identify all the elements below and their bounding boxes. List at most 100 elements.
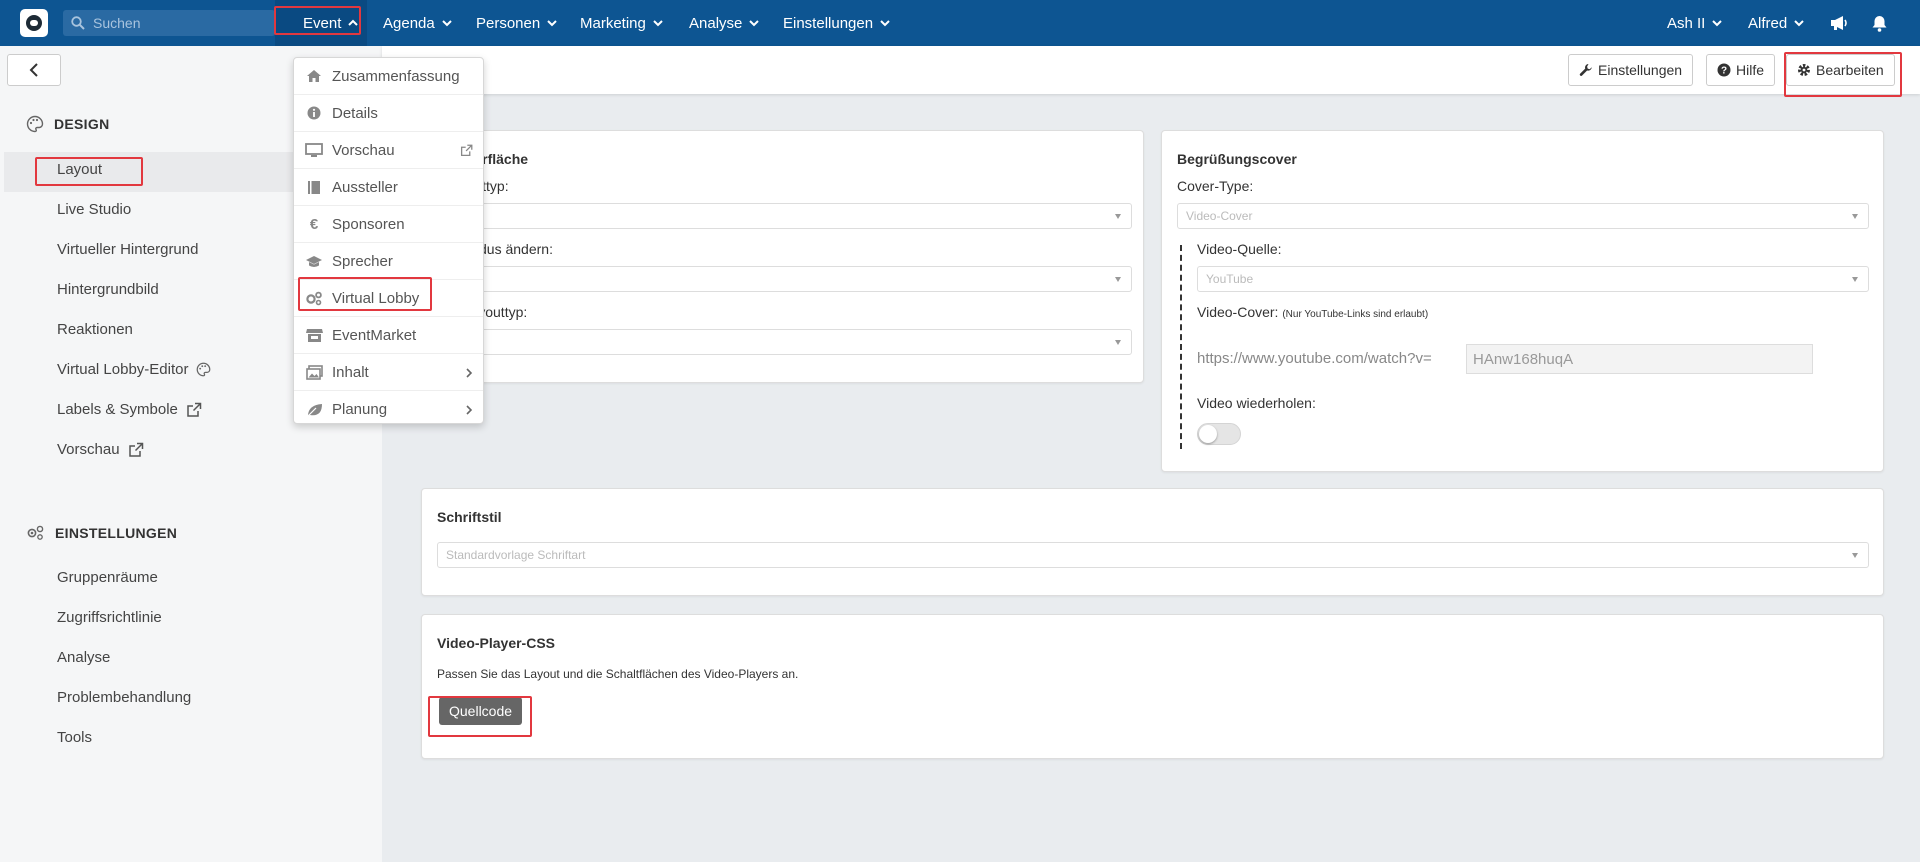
app-logo[interactable]	[20, 9, 48, 37]
video-cover-hint: (Nur YouTube-Links sind erlaubt)	[1282, 309, 1429, 320]
gear-icon	[1798, 64, 1810, 76]
menu-item-label: Sponsoren	[332, 215, 405, 233]
layouttype-select[interactable]	[422, 203, 1132, 229]
search-box[interactable]	[63, 10, 275, 36]
menu-item-sponsors[interactable]: € Sponsoren	[294, 206, 483, 243]
sidebar-item-access-policy[interactable]: Zugriffsrichtlinie	[57, 609, 162, 626]
sidebar-item-virtual-background[interactable]: Virtueller Hintergrund	[57, 241, 198, 258]
euro-icon: €	[309, 215, 319, 233]
font-style-card: Schriftstil Standardvorlage Schriftart	[421, 488, 1884, 596]
sidebar-item-label: Live Studio	[57, 201, 132, 218]
sidebar-item-label: Labels & Symbole	[57, 401, 178, 418]
user-alfred-label: Alfred	[1748, 14, 1788, 32]
nav-personen-label: Personen	[476, 14, 541, 32]
menu-item-speakers[interactable]: Sprecher	[294, 243, 483, 280]
nav-user-alfred[interactable]: Alfred	[1748, 0, 1805, 46]
main-content: Einstellungen ? Hilfe Bearbeiten eroberf…	[382, 46, 1920, 862]
edit-button[interactable]: Bearbeiten	[1786, 54, 1895, 86]
video-source-label: Video-Quelle:	[1197, 241, 1282, 257]
menu-item-label: Virtual Lobby	[332, 289, 420, 307]
svg-text:?: ?	[1721, 66, 1727, 77]
settings-section-title: EINSTELLUNGEN	[26, 524, 177, 541]
nav-user-ash[interactable]: Ash II	[1667, 0, 1723, 46]
external-link-icon	[187, 402, 202, 417]
sidebar-item-live-studio[interactable]: Live Studio	[57, 201, 131, 218]
menu-item-label: Inhalt	[332, 363, 369, 381]
mode-select[interactable]: l	[422, 266, 1132, 292]
sidebar-item-label: Virtual Lobby-Editor	[57, 361, 189, 378]
nav-marketing-label: Marketing	[580, 14, 646, 32]
menu-item-eventmarket[interactable]: EventMarket	[294, 317, 483, 354]
sidebar-item-reactions[interactable]: Reaktionen	[57, 321, 133, 338]
sidebar-item-background-image[interactable]: Hintergrundbild	[57, 281, 159, 298]
design-section-title: DESIGN	[26, 115, 109, 133]
video-id-input[interactable]: HAnw168huqA	[1466, 344, 1813, 374]
sidebar-item-group-rooms[interactable]: Gruppenräume	[57, 569, 158, 586]
external-link-icon	[128, 442, 143, 457]
sidebar-item-virtual-lobby-editor[interactable]: Virtual Lobby-Editor	[57, 361, 211, 378]
sidebar-item-label: Layout	[57, 161, 103, 178]
repeat-toggle[interactable]	[1197, 423, 1241, 445]
menu-item-details[interactable]: Details	[294, 95, 483, 132]
sponsor-layout-select[interactable]	[422, 329, 1132, 355]
menu-item-label: Sprecher	[332, 252, 393, 270]
nav-personen[interactable]: Personen	[476, 0, 558, 46]
menu-item-virtual-lobby[interactable]: Virtual Lobby	[294, 280, 483, 317]
sidebar-item-layout[interactable]: Layout	[57, 161, 102, 178]
menu-item-content[interactable]: Inhalt	[294, 354, 483, 391]
sidebar-item-label: Gruppenräume	[57, 569, 158, 586]
font-select[interactable]: Standardvorlage Schriftart	[437, 542, 1869, 568]
menu-item-exhibitors[interactable]: Aussteller	[294, 169, 483, 206]
notifications-button[interactable]	[1872, 0, 1887, 46]
sidebar-item-label: Tools	[57, 729, 93, 746]
announcements-button[interactable]	[1830, 0, 1849, 46]
sidebar-item-preview[interactable]: Vorschau	[57, 441, 144, 458]
sidebar-item-label: Problembehandlung	[57, 689, 192, 706]
nav-agenda[interactable]: Agenda	[383, 0, 453, 46]
gears-icon	[27, 525, 44, 540]
top-navbar: Event Agenda Personen Marketing Analyse …	[0, 0, 1920, 46]
search-input[interactable]	[93, 15, 253, 31]
chevron-down-icon	[547, 20, 557, 27]
caret-down-icon	[1115, 214, 1121, 219]
source-code-button[interactable]: Quellcode	[439, 697, 523, 725]
menu-item-summary[interactable]: Zusammenfassung	[294, 58, 483, 95]
info-circle-icon	[305, 105, 323, 121]
sidebar-item-analysis[interactable]: Analyse	[57, 649, 110, 666]
video-source-select[interactable]: YouTube	[1197, 266, 1869, 292]
help-button-label: Hilfe	[1736, 62, 1765, 78]
font-style-title: Schriftstil	[437, 509, 502, 525]
sidebar-item-tools[interactable]: Tools	[57, 729, 92, 746]
welcome-cover-card: Begrüßungscover Cover-Type: Video-Cover …	[1161, 130, 1884, 472]
cover-type-value: Video-Cover	[1186, 209, 1253, 223]
menu-item-preview[interactable]: Vorschau	[294, 132, 483, 169]
video-cover-label-row: Video-Cover: (Nur YouTube-Links sind erl…	[1197, 304, 1428, 320]
cover-type-label: Cover-Type:	[1177, 178, 1254, 194]
menu-item-label: Aussteller	[332, 178, 398, 196]
palette-icon	[197, 362, 211, 377]
menu-item-planning[interactable]: Planung	[294, 391, 483, 428]
megaphone-icon	[1831, 16, 1847, 30]
nav-marketing[interactable]: Marketing	[580, 0, 664, 46]
chevron-down-icon	[1712, 20, 1723, 27]
caret-down-icon	[1852, 214, 1858, 219]
chevron-down-icon	[749, 20, 760, 27]
nav-einstellungen[interactable]: Einstellungen	[783, 0, 891, 46]
logo-mark-icon	[26, 15, 42, 31]
sidebar-item-label: Vorschau	[57, 441, 120, 458]
book-icon	[305, 179, 323, 195]
sidebar-item-label: Reaktionen	[57, 321, 133, 338]
settings-button-label: Einstellungen	[1598, 62, 1683, 78]
back-button[interactable]	[7, 54, 61, 86]
sidebar-item-labels-symbols[interactable]: Labels & Symbole	[57, 401, 202, 418]
question-circle-icon: ?	[1717, 63, 1731, 77]
external-link-icon	[460, 144, 473, 161]
sidebar-item-label: Virtueller Hintergrund	[57, 241, 199, 258]
cover-type-select[interactable]: Video-Cover	[1177, 203, 1869, 229]
nav-analyse[interactable]: Analyse	[689, 0, 760, 46]
sidebar-item-troubleshooting[interactable]: Problembehandlung	[57, 689, 191, 706]
source-code-button-label: Quellcode	[449, 703, 513, 719]
settings-button[interactable]: Einstellungen	[1568, 54, 1694, 86]
nav-event[interactable]: Event	[275, 0, 367, 46]
help-button[interactable]: ? Hilfe	[1706, 54, 1776, 86]
